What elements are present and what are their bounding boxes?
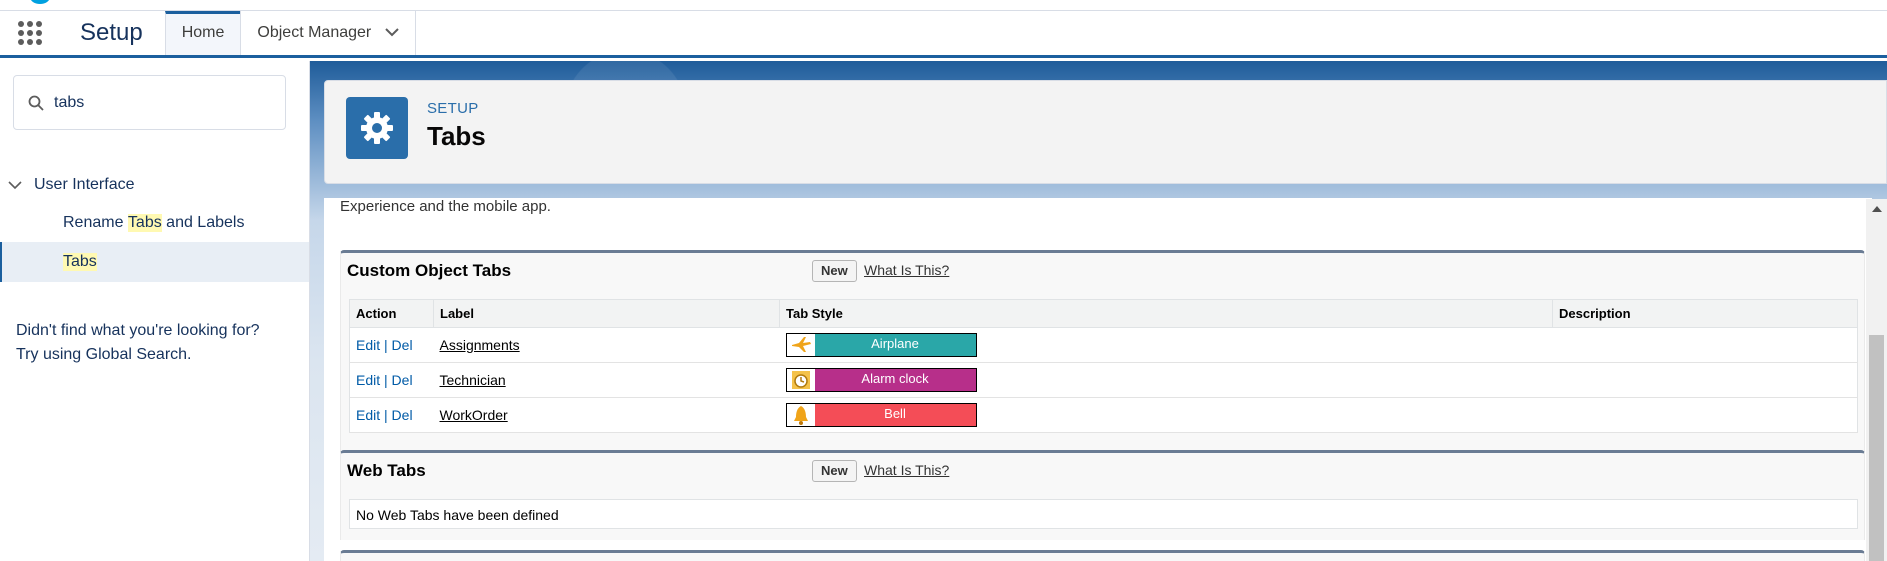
column-header: Label (433, 299, 780, 328)
tab-label-link[interactable]: WorkOrder (440, 407, 508, 423)
tab-home-label: Home (181, 24, 225, 41)
tree-item-rename-tabs-and-labels[interactable]: Rename Tabs and Labels (0, 203, 309, 243)
description-cell (1552, 327, 1858, 363)
action-cell: Edit | Del (349, 362, 434, 398)
global-nav: Setup Home Object Manager (0, 11, 1887, 58)
label-cell: Assignments (433, 327, 780, 363)
tab-style-name: Bell (814, 404, 976, 426)
setup-sidebar: User Interface Rename Tabs and Labels Ta… (0, 61, 310, 561)
chevron-down-icon[interactable] (8, 180, 22, 190)
scroll-up-arrow-icon[interactable] (1872, 206, 1882, 212)
chevron-down-icon[interactable] (385, 24, 399, 42)
tab-style-cell: Airplane (779, 327, 1553, 363)
table-row: Edit | Del Assignments Airplane (349, 327, 1858, 363)
column-header: Description (1552, 299, 1858, 328)
tab-label-link[interactable]: Technician (440, 372, 506, 388)
edit-link[interactable]: Edit (356, 337, 380, 353)
separator: | (380, 337, 392, 353)
column-header: Action (349, 299, 434, 328)
tree-item-text-post: and Labels (161, 214, 245, 231)
breadcrumb: SETUP (427, 100, 479, 117)
app-name: Setup (80, 19, 143, 46)
not-found-line1: Didn't find what you're looking for? (16, 322, 260, 339)
tab-object-manager[interactable]: Object Manager (240, 11, 417, 55)
separator: | (380, 372, 392, 388)
alarm-clock-icon (786, 369, 815, 391)
tab-object-manager-label: Object Manager (257, 24, 372, 41)
quick-find-box[interactable] (13, 75, 286, 130)
waffle-icon (18, 21, 42, 45)
column-header: Tab Style (779, 299, 1553, 328)
label-cell: Technician (433, 362, 780, 398)
what-is-this-link[interactable]: What Is This? (864, 262, 949, 278)
search-icon (28, 95, 44, 111)
tab-style-cell: Bell (779, 397, 1553, 433)
del-link[interactable]: Del (392, 372, 413, 388)
tree-item-tabs[interactable]: Tabs (0, 242, 309, 282)
tab-style-name: Airplane (814, 334, 976, 356)
tree-node-user-interface[interactable]: User Interface (8, 170, 134, 200)
tree-item-text-pre: Rename (63, 214, 128, 231)
search-highlight: Tabs (127, 214, 162, 232)
table-header-row: Action Label Tab Style Description (349, 299, 1858, 328)
custom-tabs-table: Action Label Tab Style Description Edit … (349, 299, 1858, 433)
tab-style-swatch: Airplane (785, 333, 977, 357)
action-cell: Edit | Del (349, 397, 434, 433)
content-frame: Experience and the mobile app. Custom Ob… (324, 198, 1872, 561)
edit-link[interactable]: Edit (356, 407, 380, 423)
table-row: Edit | Del Technician Alarm clock (349, 362, 1858, 398)
description-cell (1552, 362, 1858, 398)
main-content: SETUP Tabs Experience and the mobile app… (310, 61, 1887, 561)
tab-home[interactable]: Home (164, 11, 241, 55)
tab-style-swatch: Bell (785, 403, 977, 427)
del-link[interactable]: Del (392, 407, 413, 423)
label-cell: WorkOrder (433, 397, 780, 433)
content-scrollbar[interactable] (1866, 199, 1887, 561)
description-cell (1552, 397, 1858, 433)
gear-icon (361, 112, 393, 144)
not-found-line2: Try using Global Search. (16, 346, 192, 363)
what-is-this-link[interactable]: What Is This? (864, 462, 949, 478)
next-section (340, 550, 1865, 561)
tab-style-cell: Alarm clock (779, 362, 1553, 398)
section-title: Custom Object Tabs (347, 261, 512, 280)
edit-link[interactable]: Edit (356, 372, 380, 388)
setup-gear-badge (346, 97, 408, 159)
del-link[interactable]: Del (392, 337, 413, 353)
salesforce-logo[interactable] (30, 0, 50, 4)
intro-text: Experience and the mobile app. (340, 198, 551, 215)
section-title: Web Tabs (347, 461, 426, 480)
search-highlight: Tabs (63, 253, 97, 271)
not-found-message: Didn't find what you're looking for? Try… (16, 319, 296, 367)
page-title: Tabs (427, 121, 486, 151)
action-cell: Edit | Del (349, 327, 434, 363)
scroll-thumb[interactable] (1869, 335, 1884, 561)
top-strip (0, 0, 1887, 11)
web-tabs-section: Web Tabs New What Is This? No Web Tabs h… (340, 450, 1865, 540)
tab-label-link[interactable]: Assignments (440, 337, 520, 353)
app-launcher-button[interactable] (0, 11, 60, 55)
bell-icon (786, 404, 815, 426)
new-web-tab-button[interactable]: New (812, 460, 857, 482)
table-row: Edit | Del WorkOrder Bell (349, 397, 1858, 433)
tree-node-label: User Interface (34, 176, 135, 193)
separator: | (380, 407, 392, 423)
airplane-icon (786, 334, 815, 356)
no-web-tabs-message: No Web Tabs have been defined (349, 499, 1858, 529)
new-custom-tab-button[interactable]: New (812, 260, 857, 282)
tab-style-name: Alarm clock (814, 369, 976, 391)
page-header: SETUP Tabs (324, 80, 1887, 184)
quick-find-input[interactable] (54, 93, 254, 112)
tab-style-swatch: Alarm clock (785, 368, 977, 392)
